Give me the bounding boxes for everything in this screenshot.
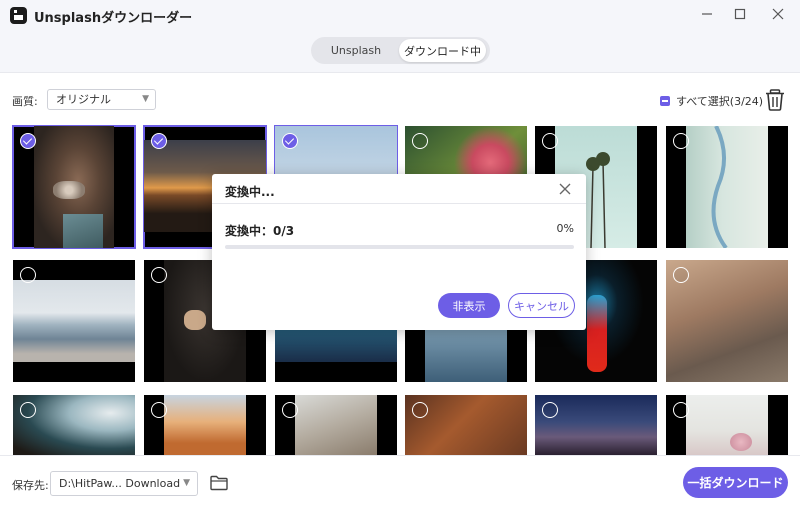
bottom-bar: 保存先: D:\HitPaw... Download ▼ 一括ダウンロード	[0, 455, 800, 505]
photo-tile[interactable]	[13, 260, 135, 382]
unselected-check-icon[interactable]	[673, 133, 689, 149]
chevron-down-icon: ▼	[142, 94, 149, 104]
cancel-button[interactable]: キャンセル	[508, 293, 575, 318]
chevron-down-icon: ▼	[183, 478, 190, 488]
close-icon	[559, 183, 571, 195]
partial-checkbox-icon	[660, 96, 670, 106]
unselected-check-icon[interactable]	[151, 267, 167, 283]
close-window-button[interactable]	[765, 3, 791, 25]
segmented-control: Unsplash ダウンロード中	[311, 37, 490, 64]
save-path-value: D:\HitPaw... Download	[59, 477, 181, 490]
unselected-check-icon[interactable]	[542, 402, 558, 418]
tab-downloading[interactable]: ダウンロード中	[399, 39, 486, 62]
select-all-label: すべて選択(3/24)	[676, 95, 764, 108]
unselected-check-icon[interactable]	[412, 133, 428, 149]
photo-tile[interactable]	[13, 395, 135, 455]
photo-tile[interactable]	[405, 395, 527, 455]
photo-tile[interactable]	[666, 395, 788, 455]
download-all-button[interactable]: 一括ダウンロード	[683, 467, 788, 498]
unselected-check-icon[interactable]	[673, 267, 689, 283]
selected-check-icon[interactable]	[282, 133, 298, 149]
maximize-button[interactable]	[727, 3, 753, 25]
progress-percent: 0%	[556, 222, 574, 235]
unselected-check-icon[interactable]	[673, 402, 689, 418]
quality-dropdown[interactable]: オリジナル ▼	[47, 89, 156, 110]
unselected-check-icon[interactable]	[542, 133, 558, 149]
photo-tile[interactable]	[144, 395, 266, 455]
minimize-button[interactable]	[694, 3, 720, 25]
close-icon	[772, 8, 784, 20]
hide-button[interactable]: 非表示	[438, 293, 500, 318]
tab-unsplash[interactable]: Unsplash	[313, 39, 399, 62]
photo-tile[interactable]	[666, 126, 788, 248]
photo-tile[interactable]	[12, 125, 136, 249]
dialog-divider	[212, 203, 586, 204]
app-title: Unsplashダウンローダー	[34, 11, 193, 26]
photo-tile[interactable]	[666, 260, 788, 382]
photo-tile[interactable]	[275, 395, 397, 455]
unselected-check-icon[interactable]	[412, 402, 428, 418]
minimize-icon	[702, 13, 712, 15]
title-bar: Unsplashダウンローダー	[0, 0, 800, 30]
dialog-title: 変換中...	[225, 185, 275, 199]
tab-bar: Unsplash ダウンロード中	[0, 30, 800, 73]
unselected-check-icon[interactable]	[282, 402, 298, 418]
save-location-dropdown[interactable]: D:\HitPaw... Download ▼	[50, 471, 198, 496]
maximize-icon	[734, 8, 746, 20]
coastline-icon	[711, 126, 728, 248]
quality-label: 画質:	[12, 95, 38, 108]
unselected-check-icon[interactable]	[20, 267, 36, 283]
progress-label: 変換中：0/3	[225, 224, 295, 238]
select-all-checkbox[interactable]: すべて選択(3/24)	[660, 93, 763, 109]
selected-check-icon[interactable]	[20, 133, 36, 149]
converting-dialog: 変換中... 変換中：0/3 0% 非表示 キャンセル	[212, 174, 586, 330]
trash-icon[interactable]	[764, 88, 786, 112]
progress-bar	[225, 245, 574, 249]
unselected-check-icon[interactable]	[20, 402, 36, 418]
selected-check-icon[interactable]	[151, 133, 167, 149]
unselected-check-icon[interactable]	[151, 402, 167, 418]
folder-icon[interactable]	[209, 473, 229, 493]
app-logo-icon	[10, 7, 27, 24]
photo-tile[interactable]	[535, 395, 657, 455]
save-location-label: 保存先:	[12, 479, 49, 492]
dialog-close-button[interactable]	[556, 180, 574, 198]
quality-value: オリジナル	[56, 93, 111, 106]
